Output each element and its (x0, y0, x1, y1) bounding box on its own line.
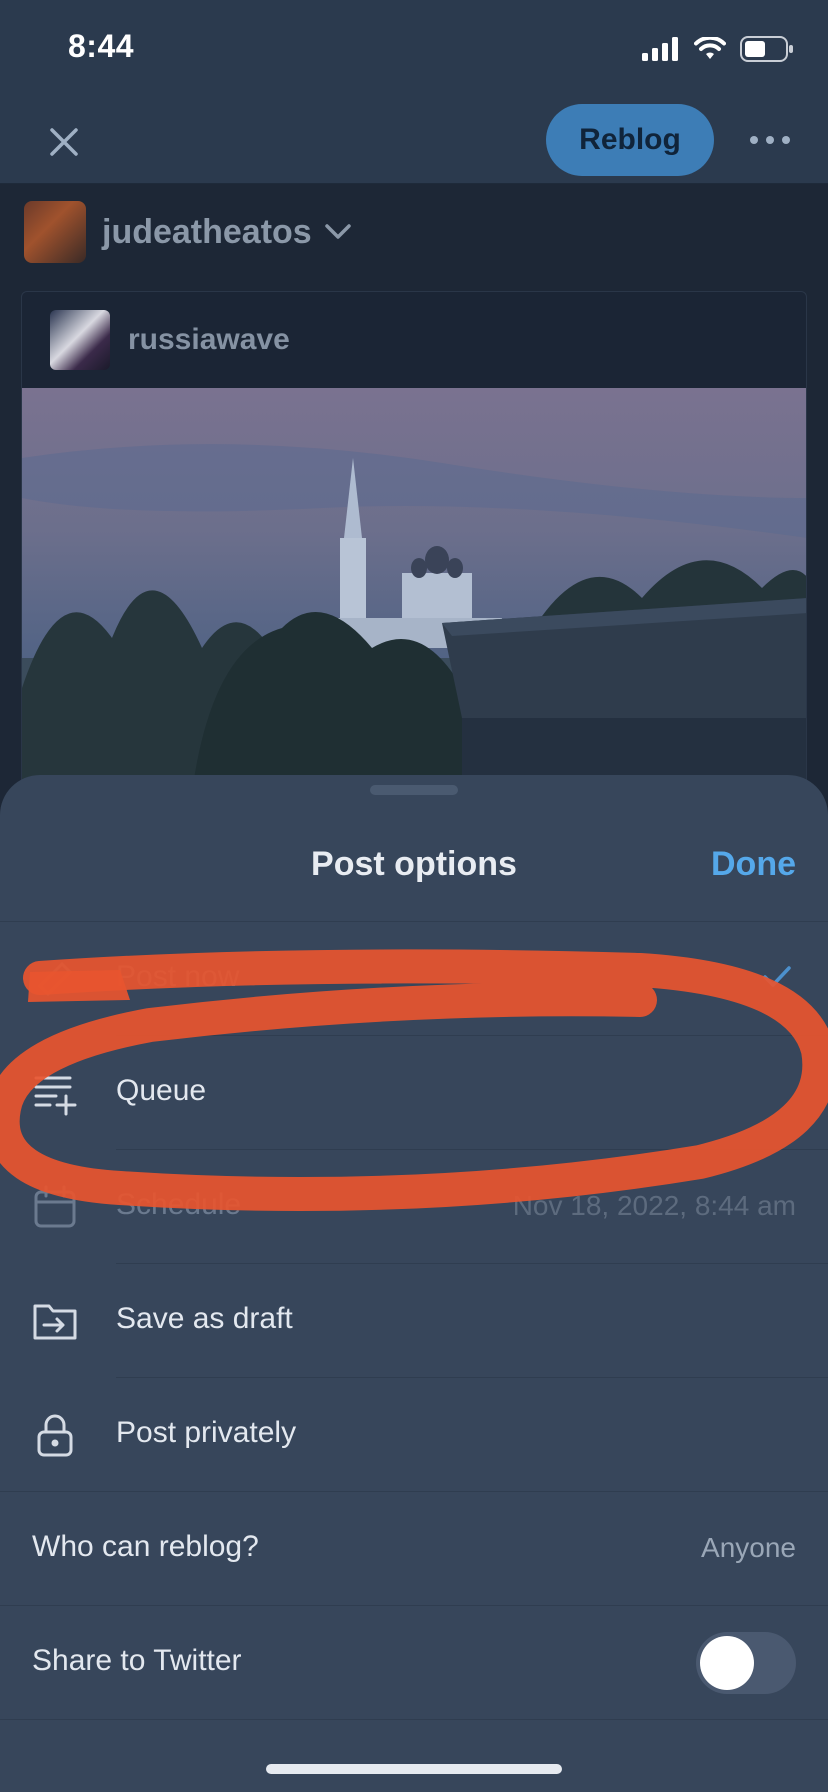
post-author-avatar[interactable] (50, 310, 110, 370)
blog-avatar (24, 201, 86, 263)
post-author[interactable]: russiawave (128, 323, 290, 357)
sheet-title: Post options (311, 845, 517, 883)
status-icons (642, 36, 794, 62)
option-queue[interactable]: Queue (0, 1036, 828, 1150)
post-header: russiawave (22, 292, 806, 388)
option-schedule[interactable]: Schedule Nov 18, 2022, 8:44 am (0, 1150, 828, 1264)
folder-arrow-icon (33, 1304, 77, 1340)
who-can-reblog-row[interactable]: Who can reblog? Anyone (0, 1492, 828, 1606)
option-save-draft[interactable]: Save as draft (0, 1264, 828, 1378)
sheet-handle[interactable] (370, 785, 458, 795)
option-post-now[interactable]: Post now (0, 922, 828, 1036)
blog-selector[interactable]: judeatheatos (24, 201, 352, 263)
checkmark-icon (763, 966, 791, 987)
send-icon (37, 961, 73, 997)
wifi-icon (694, 37, 726, 59)
more-options-button[interactable] (744, 120, 796, 160)
done-button[interactable]: Done (711, 845, 796, 884)
sheet-header: Post options Done (0, 815, 828, 915)
status-time: 8:44 (68, 28, 135, 64)
option-label: Save as draft (116, 1302, 293, 1335)
close-button[interactable] (40, 118, 88, 166)
option-label: Post now (116, 960, 240, 993)
toggle-knob (700, 1636, 754, 1690)
who-can-reblog-label: Who can reblog? (32, 1530, 259, 1563)
reblog-button[interactable]: Reblog (546, 104, 714, 176)
option-post-privately[interactable]: Post privately (0, 1378, 828, 1492)
schedule-datetime[interactable]: Nov 18, 2022, 8:44 am (513, 1190, 796, 1222)
close-icon (50, 128, 78, 156)
lock-icon (37, 1414, 73, 1457)
queue-add-icon (34, 1076, 77, 1116)
more-icon (750, 136, 758, 144)
post-card: russiawave (21, 291, 807, 791)
option-label: Queue (116, 1074, 207, 1107)
post-options-sheet: Post options Done Post now Queue Schedul… (0, 775, 828, 1792)
battery-icon (740, 36, 793, 62)
top-bar: Reblog (0, 96, 828, 184)
share-twitter-label: Share to Twitter (32, 1644, 242, 1677)
chevron-down-icon (324, 218, 352, 246)
option-label: Schedule (116, 1188, 242, 1221)
post-image (22, 388, 806, 790)
reblog-editor: judeatheatos russiawave (0, 185, 828, 791)
signal-icon (642, 37, 678, 61)
option-label: Post privately (116, 1416, 297, 1449)
blog-name: judeatheatos (102, 212, 312, 251)
status-bar: 8:44 (0, 0, 828, 96)
share-twitter-row: Share to Twitter (0, 1606, 828, 1720)
home-indicator[interactable] (266, 1764, 562, 1774)
share-twitter-toggle[interactable] (696, 1632, 796, 1694)
who-can-reblog-value: Anyone (701, 1532, 796, 1563)
calendar-icon (34, 1185, 76, 1228)
